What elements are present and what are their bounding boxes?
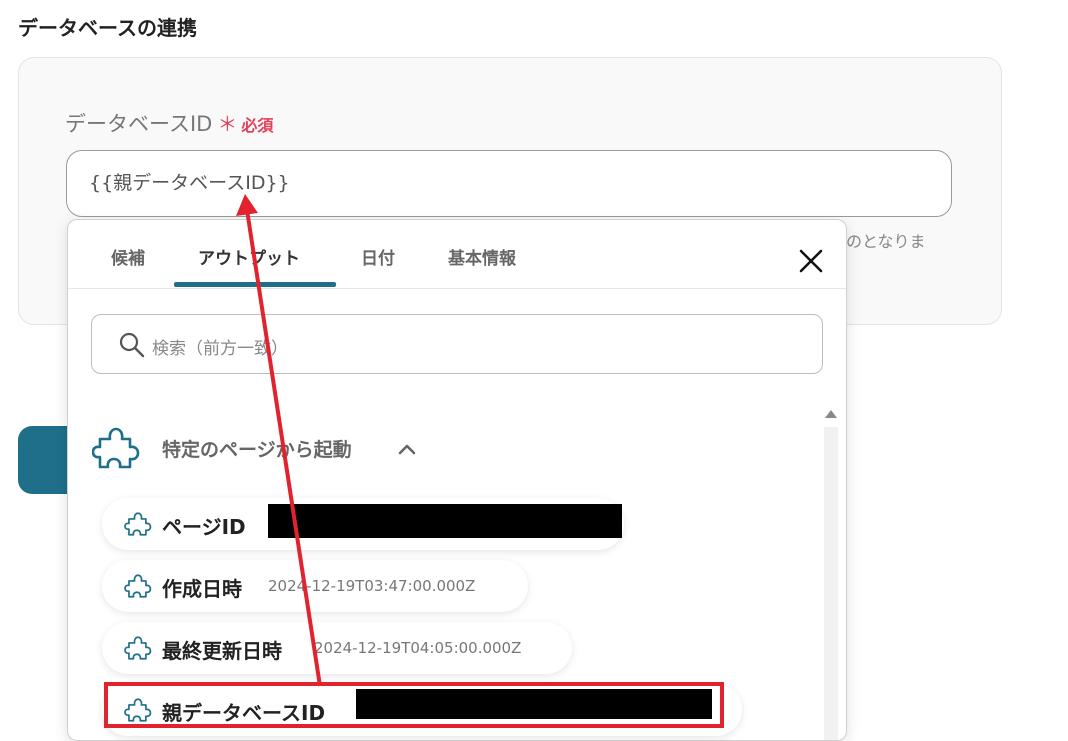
group-label: 特定のページから起動 — [162, 439, 352, 461]
item-value: 2024-12-19T03:47:00.000Z — [268, 577, 476, 595]
required-badge: 必須 — [241, 116, 274, 135]
tab-basic-info[interactable]: 基本情報 — [448, 244, 516, 269]
tab-candidates[interactable]: 候補 — [111, 244, 145, 269]
item-label: ページID — [162, 515, 246, 539]
tab-output[interactable]: アウトプット — [198, 244, 300, 269]
chevron-up-icon[interactable] — [397, 442, 417, 456]
item-label: 最終更新日時 — [162, 639, 282, 663]
close-icon — [799, 249, 823, 273]
search-icon — [119, 332, 145, 358]
scrollbar-track[interactable] — [824, 427, 838, 740]
field-label-text: データベースID — [65, 112, 213, 136]
annotation-highlight-box — [104, 682, 724, 728]
puzzle-icon — [124, 574, 152, 598]
tab-date[interactable]: 日付 — [361, 244, 395, 269]
output-item-last-edited-time[interactable]: 最終更新日時 2024-12-19T04:05:00.000Z — [102, 622, 572, 674]
close-button[interactable] — [796, 246, 826, 276]
puzzle-icon — [124, 636, 152, 660]
item-value: 2024-12-19T04:05:00.000Z — [314, 639, 522, 657]
puzzle-icon — [124, 512, 152, 536]
field-help-text: のとなりま — [846, 232, 926, 251]
output-item-page-id[interactable]: ページID — [102, 498, 624, 550]
section-title: データベースの連携 — [18, 16, 197, 40]
search-input[interactable]: 検索（前方一致） — [91, 314, 823, 374]
group-header[interactable]: 特定のページから起動 — [92, 425, 492, 471]
scroll-up-icon[interactable] — [824, 408, 838, 420]
popup-tabs: 候補 アウトプット 日付 基本情報 — [68, 220, 846, 289]
output-item-created-time[interactable]: 作成日時 2024-12-19T03:47:00.000Z — [102, 560, 528, 612]
field-label: データベースID ＊必須 — [65, 108, 273, 138]
required-asterisk: ＊ — [217, 112, 238, 136]
database-id-input[interactable]: {{親データベースID}} — [66, 150, 952, 217]
search-placeholder: 検索（前方一致） — [152, 339, 288, 359]
redacted-value — [268, 504, 622, 538]
active-tab-indicator — [174, 282, 336, 287]
item-label: 作成日時 — [162, 577, 242, 601]
puzzle-icon — [92, 427, 140, 469]
